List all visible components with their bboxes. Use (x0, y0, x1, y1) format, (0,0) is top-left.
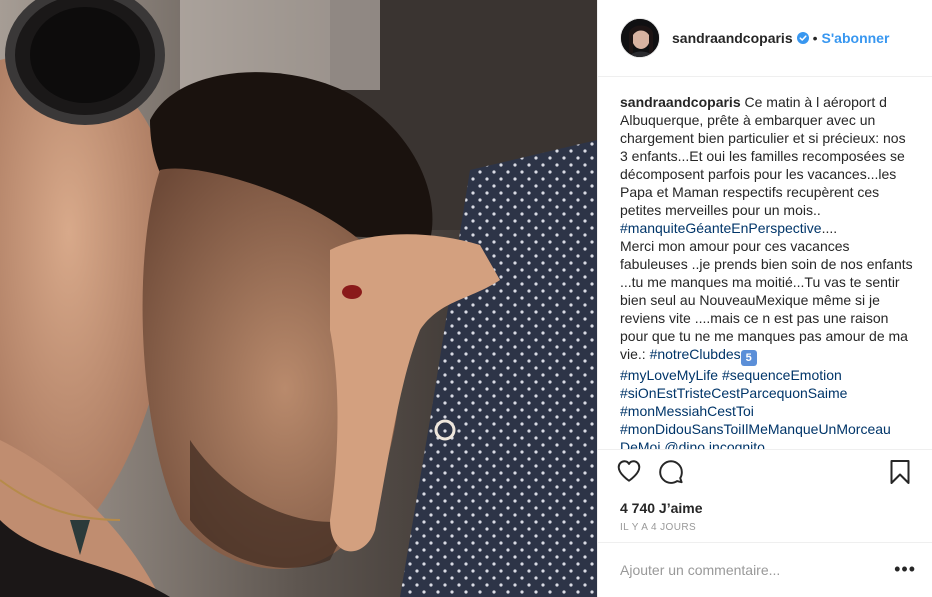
caption-text: .... Merci mon amour pour ces vacances f… (620, 219, 913, 362)
caption-username[interactable]: sandraandcoparis (620, 94, 741, 110)
more-options-icon[interactable]: ••• (894, 559, 916, 580)
bookmark-icon[interactable] (888, 459, 912, 485)
follow-button[interactable]: S'abonner (822, 30, 890, 46)
selfie-image (0, 0, 597, 597)
hashtag-link[interactable]: #siOnEstTristeCestParcequonSaime (620, 385, 847, 401)
hashtag-link[interactable]: #manquiteGéanteEnPerspective (620, 220, 822, 236)
post-caption: sandraandcoparis Ce matin à l aéroport d… (598, 77, 932, 450)
hashtag-link[interactable]: #notreClubdes (650, 346, 741, 362)
hashtag-link[interactable]: #myLoveMyLife (620, 367, 718, 383)
comment-bubble-icon[interactable] (658, 458, 684, 485)
caption-text: Ce matin à l aéroport d Albuquerque, prê… (620, 93, 906, 218)
instagram-post: sandraandcoparis • S'abonner sandraandco… (0, 0, 932, 597)
mention-link[interactable]: @dino.incognito (664, 439, 765, 450)
keycap-emoji: 5 (740, 349, 757, 366)
post-timestamp[interactable]: IL Y A 4 JOURS (598, 520, 932, 542)
post-photo[interactable] (0, 0, 597, 597)
avatar-image (621, 18, 659, 57)
heart-icon[interactable] (616, 458, 642, 484)
comment-bar: ••• (598, 541, 932, 597)
comment-input[interactable] (620, 561, 895, 578)
hashtag-link[interactable]: #sequenceEmotion (722, 367, 842, 383)
header-separator: • (812, 29, 818, 46)
post-side-panel: sandraandcoparis • S'abonner sandraandco… (597, 0, 932, 597)
post-header: sandraandcoparis • S'abonner (598, 0, 932, 77)
likes-count[interactable]: 4 740 J’aime (598, 492, 932, 520)
author-username[interactable]: sandraandcoparis (672, 30, 793, 46)
post-actions (598, 449, 932, 492)
verified-badge-icon (796, 31, 809, 44)
avatar[interactable] (620, 17, 660, 58)
hashtag-link[interactable]: #monMessiahCestToi (620, 403, 754, 419)
